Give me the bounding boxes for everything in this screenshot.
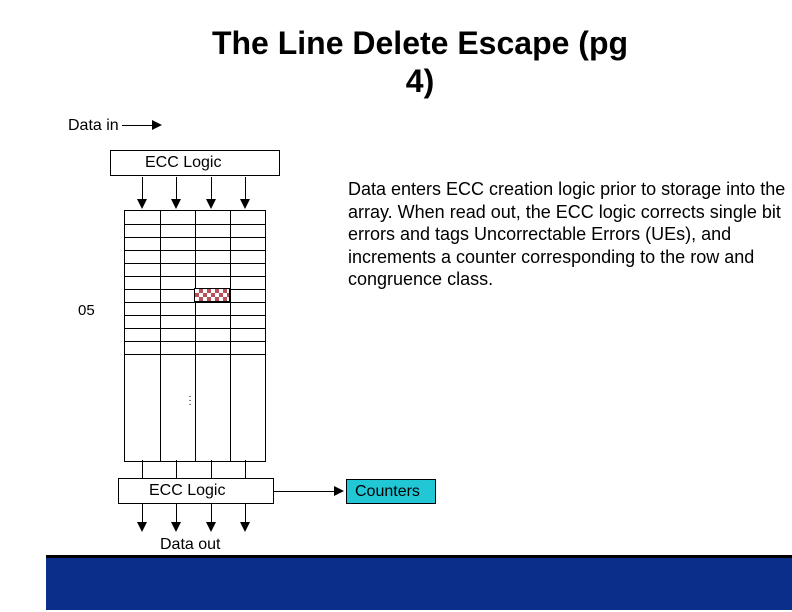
arrow-down-icon <box>240 199 250 209</box>
body-text: Data enters ECC creation logic prior to … <box>348 178 792 291</box>
array-to-ecc-line <box>176 460 177 478</box>
array-to-ecc-line <box>211 460 212 478</box>
ecc-to-out-arrow <box>176 504 177 522</box>
memory-array <box>124 210 266 462</box>
ecc-logic-bottom-box: ECC Logic <box>118 478 274 504</box>
ecc-to-out-arrow <box>211 504 212 522</box>
arrow-down-icon <box>137 199 147 209</box>
array-to-ecc-line <box>142 460 143 478</box>
ellipsis-dots: ... <box>185 393 195 405</box>
ecc-to-out-arrow <box>142 504 143 522</box>
counters-label: Counters <box>355 483 420 501</box>
arrow-down-icon <box>240 522 250 532</box>
arrow-down-icon <box>171 199 181 209</box>
arrow-down-icon <box>171 522 181 532</box>
arrow-down-icon <box>137 522 147 532</box>
counters-box: Counters <box>346 479 436 504</box>
ecc-to-array-arrow <box>176 177 177 199</box>
ecc-logic-top-box: ECC Logic <box>110 150 280 176</box>
arrow-down-icon <box>206 199 216 209</box>
data-out-label: Data out <box>160 536 220 554</box>
ecc-to-array-arrow <box>142 177 143 199</box>
ecc-to-array-arrow <box>211 177 212 199</box>
hatched-cell <box>194 288 230 302</box>
ecc-to-out-arrow <box>245 504 246 522</box>
ecc-logic-bottom-label: ECC Logic <box>149 482 225 500</box>
data-in-label: Data in <box>68 117 119 135</box>
footer-bar <box>46 555 792 610</box>
ecc-to-array-arrow <box>245 177 246 199</box>
ecc-logic-top-label: ECC Logic <box>145 154 221 172</box>
row-05-label: 05 <box>78 302 95 319</box>
array-to-ecc-line <box>245 460 246 478</box>
arrow-down-icon <box>206 522 216 532</box>
page-title: The Line Delete Escape (pg 4) <box>200 24 640 101</box>
